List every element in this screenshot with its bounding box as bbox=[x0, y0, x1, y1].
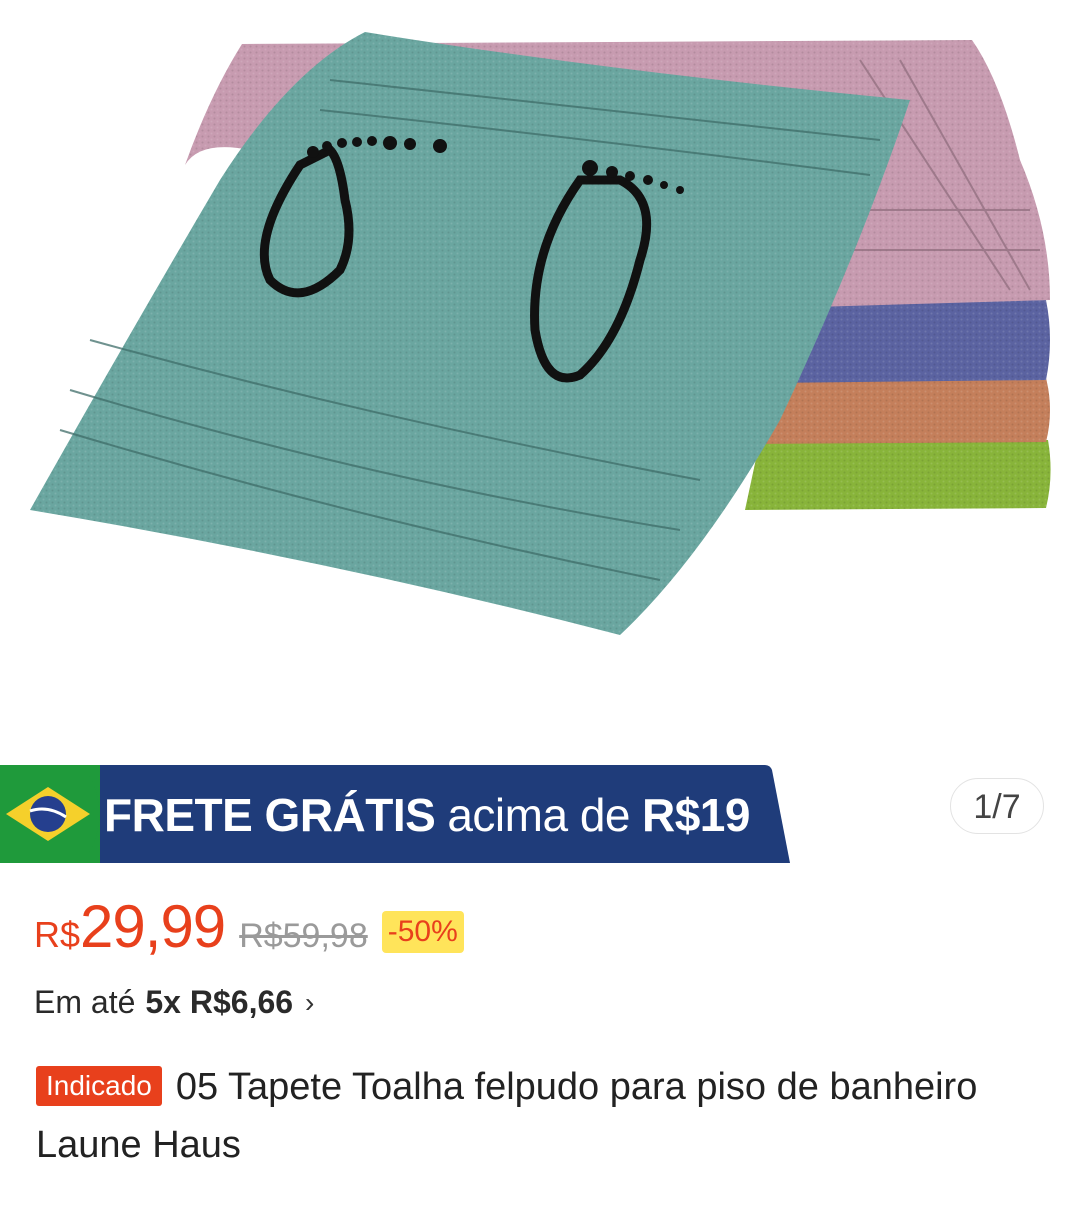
free-shipping-banner[interactable]: FRETE GRÁTIS acima de R$19 bbox=[0, 765, 790, 863]
free-shipping-text: FRETE GRÁTIS acima de R$19 bbox=[104, 765, 750, 863]
discount-badge: -50% bbox=[381, 911, 464, 953]
free-shipping-amount: R$19 bbox=[642, 789, 750, 841]
image-counter: 1/7 bbox=[950, 778, 1044, 834]
installments-prefix: Em até bbox=[34, 984, 136, 1020]
recommended-tag: Indicado bbox=[36, 1066, 162, 1106]
product-title-text: 05 Tapete Toalha felpudo para piso de ba… bbox=[36, 1066, 978, 1166]
price-row: R$ 29,99 R$59,98 -50% bbox=[34, 892, 464, 962]
price-currency: R$ bbox=[34, 914, 81, 955]
installments-link[interactable]: Em até 5x R$6,66 › bbox=[34, 984, 314, 1021]
free-shipping-label: FRETE GRÁTIS bbox=[104, 789, 436, 841]
product-title: Indicado 05 Tapete Toalha felpudo para pi… bbox=[36, 1058, 1056, 1174]
installments-value: 5x R$6,66 bbox=[145, 984, 294, 1020]
bath-mat-image bbox=[30, 32, 1051, 635]
free-shipping-threshold-label: acima de bbox=[447, 789, 630, 841]
chevron-right-icon: › bbox=[305, 986, 315, 1018]
original-price: R$59,98 bbox=[239, 917, 368, 955]
product-image-gallery[interactable] bbox=[0, 0, 1080, 765]
current-price: 29,99 bbox=[80, 893, 226, 960]
